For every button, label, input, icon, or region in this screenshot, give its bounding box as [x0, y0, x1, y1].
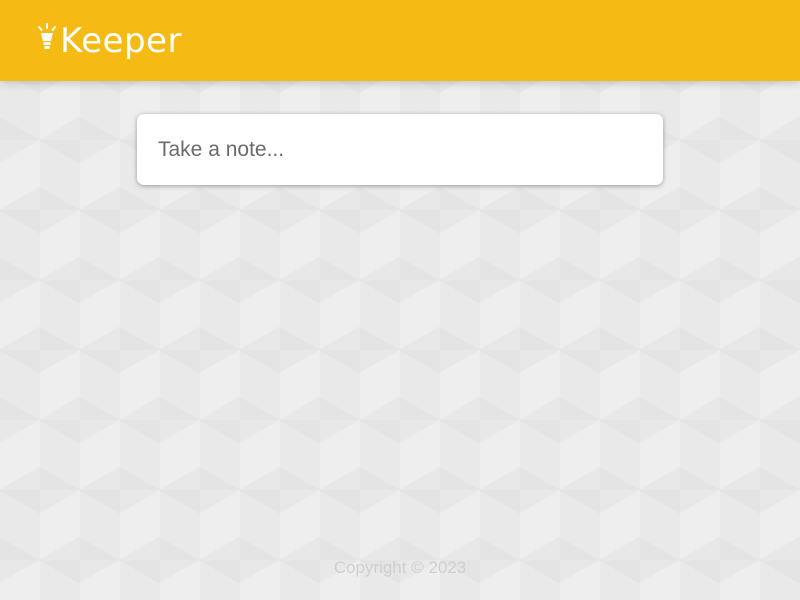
app-title: Keeper — [60, 20, 182, 61]
note-input[interactable] — [137, 114, 663, 185]
app-header: Keeper — [0, 0, 800, 81]
lightbulb-icon — [38, 22, 56, 49]
copyright-text: Copyright © 2023 — [333, 558, 467, 577]
create-note-form — [137, 114, 663, 185]
footer: Copyright © 2023 — [0, 558, 800, 578]
